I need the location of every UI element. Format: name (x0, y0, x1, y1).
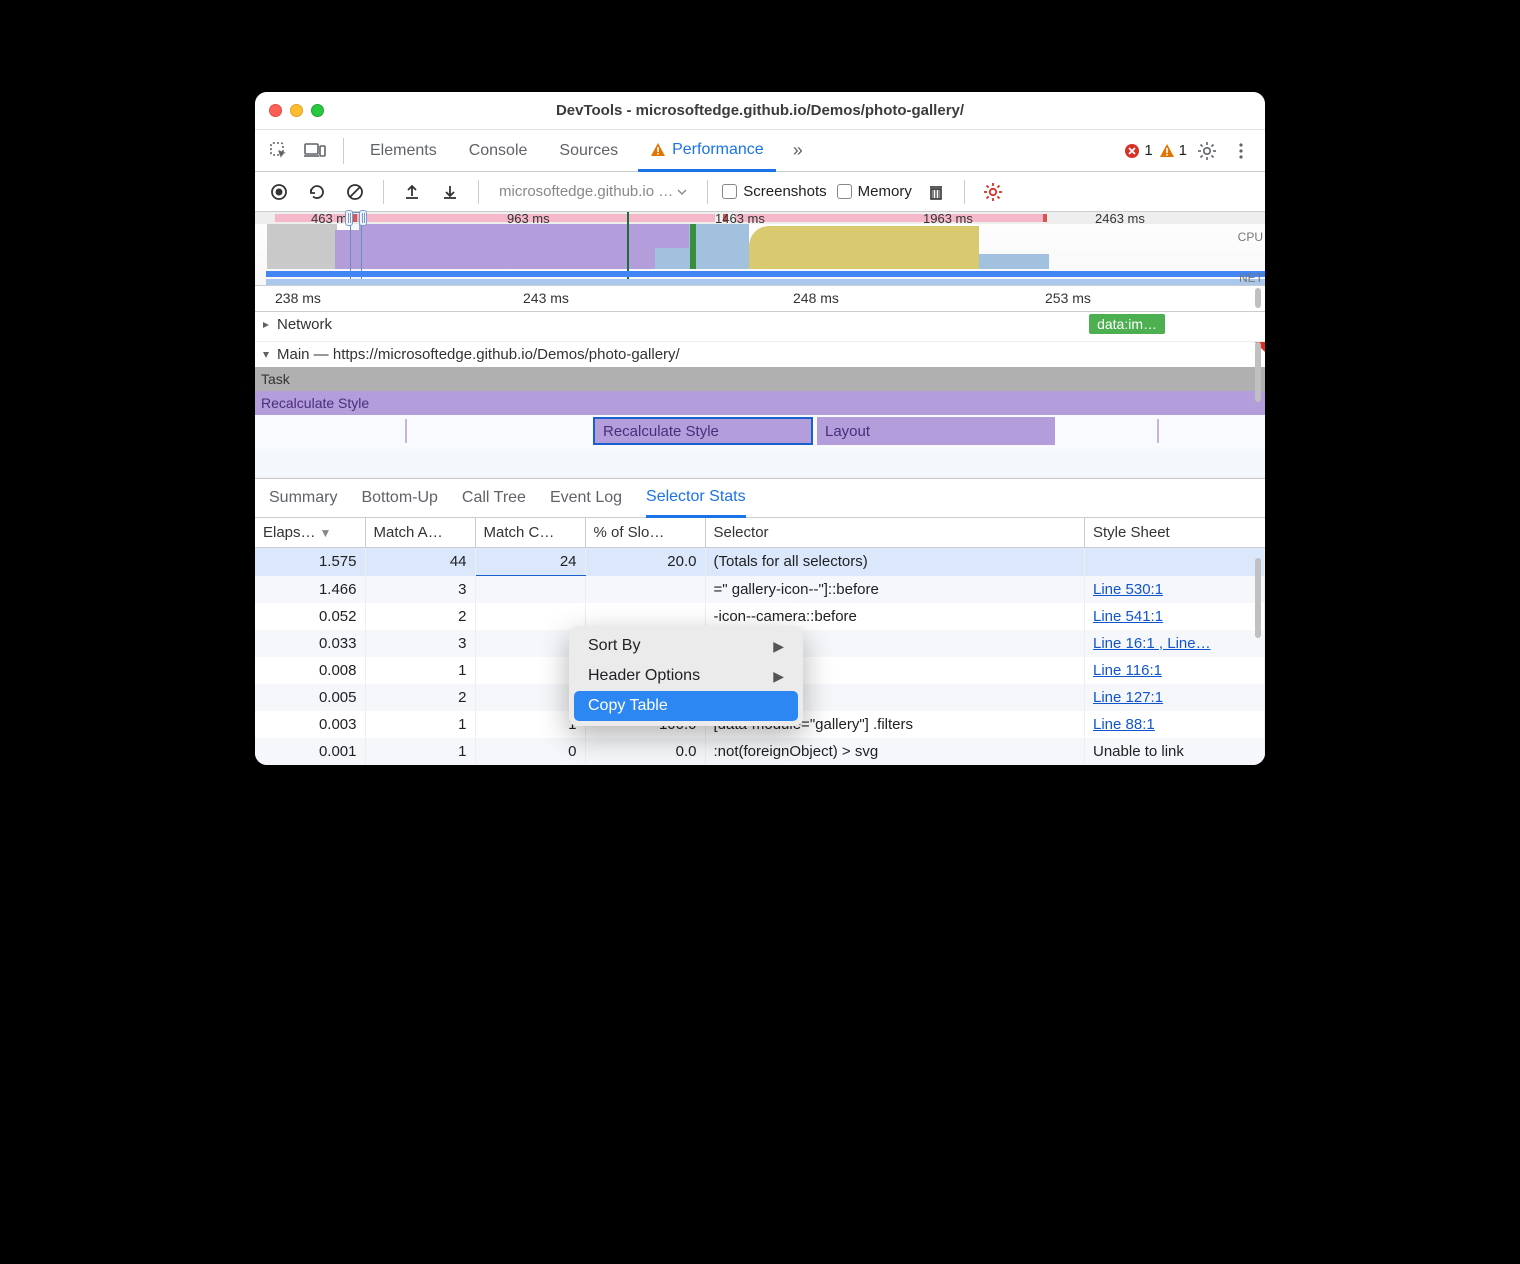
table-scrollbar[interactable] (1255, 558, 1261, 638)
col-stylesheet[interactable]: Style Sheet (1085, 518, 1265, 548)
chevron-right-icon: ▶ (773, 638, 784, 655)
task-bar[interactable]: Task (255, 367, 1265, 391)
error-icon (1124, 143, 1140, 159)
net-label: NET (1239, 271, 1263, 285)
recalculate-style-segment[interactable]: Recalculate Style (593, 417, 813, 445)
overview-timeline[interactable]: 463 ms 963 ms 1463 ms 1963 ms 2463 ms CP… (255, 212, 1265, 286)
clear-icon[interactable] (341, 178, 369, 206)
ruler-tick: 248 ms (793, 290, 839, 306)
detail-tabs: Summary Bottom-Up Call Tree Event Log Se… (255, 478, 1265, 518)
stylesheet-link[interactable]: Line 541:1 (1093, 608, 1163, 625)
table-row[interactable]: 1.575 44 24 20.0 (Totals for all selecto… (255, 548, 1265, 576)
detail-ruler[interactable]: 238 ms 243 ms 248 ms 253 ms (255, 286, 1265, 312)
overview-handle-right[interactable] (359, 210, 367, 226)
layout-segment[interactable]: Layout (817, 417, 1055, 445)
ruler-tick: 243 ms (523, 290, 569, 306)
expand-icon[interactable] (261, 320, 271, 330)
memory-checkbox[interactable]: Memory (837, 183, 912, 200)
download-icon[interactable] (436, 178, 464, 206)
more-tabs-icon[interactable]: » (784, 137, 812, 165)
kebab-icon[interactable] (1227, 137, 1255, 165)
tab-console[interactable]: Console (457, 130, 540, 171)
tab-bottomup[interactable]: Bottom-Up (361, 479, 437, 517)
col-match-attempts[interactable]: Match A… (365, 518, 475, 548)
network-lane[interactable]: Network data:im… (255, 312, 1265, 342)
panel-tabs: Elements Console Sources Performance » 1… (255, 130, 1265, 172)
warning-badge[interactable]: 1 (1159, 142, 1187, 159)
main-label: Main — https://microsoftedge.github.io/D… (277, 346, 680, 363)
inspect-icon[interactable] (265, 137, 293, 165)
upload-icon[interactable] (398, 178, 426, 206)
tab-eventlog[interactable]: Event Log (550, 479, 622, 517)
ctx-copy-table[interactable]: Copy Table (574, 691, 798, 721)
flame-scrollbar[interactable] (1255, 342, 1261, 402)
tab-calltree[interactable]: Call Tree (462, 479, 526, 517)
ctx-header-options[interactable]: Header Options▶ (574, 661, 798, 691)
focused-cell[interactable]: 24 (475, 548, 585, 576)
tab-summary[interactable]: Summary (269, 479, 337, 517)
table-row[interactable]: 1.466 3 =" gallery-icon--"]::before Line… (255, 576, 1265, 603)
device-icon[interactable] (301, 137, 329, 165)
window-title: DevTools - microsoftedge.github.io/Demos… (255, 102, 1265, 119)
screenshots-checkbox[interactable]: Screenshots (722, 183, 826, 200)
tab-sources[interactable]: Sources (547, 130, 630, 171)
settings-icon[interactable] (1193, 137, 1221, 165)
cpu-label: CPU (1238, 230, 1263, 244)
col-match-count[interactable]: Match C… (475, 518, 585, 548)
main-thread-lane[interactable]: Main — https://microsoftedge.github.io/D… (255, 342, 1265, 478)
table-row[interactable]: 0.001 1 0 0.0 :not(foreignObject) > svg … (255, 738, 1265, 765)
ruler-tick: 238 ms (275, 290, 321, 306)
col-elapsed[interactable]: Elaps…▼ (255, 518, 365, 548)
record-icon[interactable] (265, 178, 293, 206)
ctx-sort-by[interactable]: Sort By▶ (574, 631, 798, 661)
stylesheet-link[interactable]: Line 116:1 (1093, 662, 1162, 679)
chevron-right-icon: ▶ (773, 668, 784, 685)
context-menu: Sort By▶ Header Options▶ Copy Table (569, 626, 803, 726)
stylesheet-link[interactable]: Line 16:1 , Line… (1093, 635, 1211, 652)
collapse-icon[interactable] (261, 350, 271, 360)
overview-scrollbar[interactable] (1255, 288, 1261, 308)
perf-toolbar: microsoftedge.github.io … Screenshots Me… (255, 172, 1265, 212)
stylesheet-link[interactable]: Line 530:1 (1093, 581, 1163, 598)
col-pct-slow[interactable]: % of Slo… (585, 518, 705, 548)
collect-garbage-icon[interactable] (922, 178, 950, 206)
stylesheet-link[interactable]: Line 88:1 (1093, 716, 1155, 733)
col-selector[interactable]: Selector (705, 518, 1085, 548)
reload-icon[interactable] (303, 178, 331, 206)
tab-elements[interactable]: Elements (358, 130, 449, 171)
warning-icon (650, 142, 666, 158)
stylesheet-link[interactable]: Line 127:1 (1093, 689, 1163, 706)
error-badge[interactable]: 1 (1124, 142, 1152, 159)
network-label: Network (277, 316, 332, 333)
capture-settings-icon[interactable] (979, 178, 1007, 206)
target-select[interactable]: microsoftedge.github.io … (493, 183, 693, 200)
overview-handle-left[interactable] (345, 210, 353, 226)
chevron-down-icon (677, 189, 687, 195)
tab-selector-stats[interactable]: Selector Stats (646, 480, 746, 518)
network-chip[interactable]: data:im… (1089, 314, 1165, 334)
window-titlebar: DevTools - microsoftedge.github.io/Demos… (255, 92, 1265, 130)
recalculate-style-bar[interactable]: Recalculate Style (255, 391, 1265, 415)
warning-icon (1159, 143, 1175, 159)
tab-performance[interactable]: Performance (638, 131, 776, 172)
devtools-window: DevTools - microsoftedge.github.io/Demos… (255, 92, 1265, 765)
ruler-tick: 253 ms (1045, 290, 1091, 306)
